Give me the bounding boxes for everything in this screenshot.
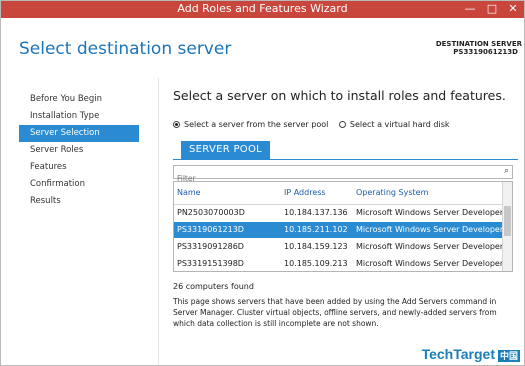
nav-item-installation-type[interactable]: Installation Type bbox=[19, 108, 139, 125]
server-os-cell: Microsoft Windows Server Developer Pr bbox=[356, 225, 506, 234]
watermark-brand: TechTarget bbox=[421, 346, 495, 362]
server-ip-cell: 10.185.211.102 bbox=[284, 225, 348, 234]
server-list-description: This page shows servers that have been a… bbox=[173, 297, 497, 328]
radio-unselected-icon bbox=[338, 121, 346, 128]
filter-field[interactable]: ⌕ bbox=[173, 165, 513, 185]
virtual-hard-disk-radio[interactable]: Select a virtual hard disk bbox=[338, 120, 450, 129]
window-title: Add Roles and Features Wizard bbox=[177, 2, 348, 15]
maximize-icon[interactable]: □ bbox=[482, 1, 502, 18]
content-headline: Select a server on which to install role… bbox=[173, 88, 506, 103]
search-icon[interactable]: ⌕ bbox=[504, 166, 509, 176]
server-pool-radio[interactable]: Select a server from the server pool bbox=[173, 120, 328, 129]
techtarget-watermark: TechTarget 中国 bbox=[422, 346, 520, 362]
minimize-icon[interactable]: — bbox=[460, 1, 480, 18]
nav-item-server-roles[interactable]: Server Roles bbox=[19, 142, 139, 159]
server-list: Name IP Address Operating System PN25030… bbox=[173, 181, 513, 272]
server-ip-cell: 10.184.137.136 bbox=[284, 208, 348, 217]
title-bar: Add Roles and Features Wizard — □ ✕ bbox=[1, 1, 524, 18]
vertical-scrollbar[interactable] bbox=[502, 182, 512, 271]
server-pool-divider bbox=[173, 159, 518, 160]
server-list-header: Name IP Address Operating System bbox=[174, 182, 503, 205]
server-os-cell: Microsoft Windows Server Developer Pr bbox=[356, 259, 506, 268]
table-row[interactable]: PS3319151398D 10.185.109.213 Microsoft W… bbox=[174, 256, 506, 271]
server-os-cell: Microsoft Windows Server Developer Pr bbox=[356, 242, 506, 251]
server-pool-radio-label: Select a server from the server pool bbox=[184, 120, 329, 129]
close-icon[interactable]: ✕ bbox=[502, 1, 524, 18]
server-name-cell: PS3319091286D bbox=[177, 242, 244, 251]
server-name-cell: PN2503070003D bbox=[177, 208, 245, 217]
server-name-cell: PS3319061213D bbox=[177, 225, 244, 234]
nav-item-features[interactable]: Features bbox=[19, 159, 139, 176]
virtual-hard-disk-radio-label: Select a virtual hard disk bbox=[349, 120, 450, 129]
column-header-name[interactable]: Name bbox=[177, 188, 277, 197]
column-header-operating-system[interactable]: Operating System bbox=[356, 188, 506, 197]
nav-item-results[interactable]: Results bbox=[19, 193, 139, 210]
server-ip-cell: 10.184.159.123 bbox=[284, 242, 348, 251]
computer-count: 26 computers found bbox=[173, 282, 254, 291]
wizard-header: Select destination server DESTINATION SE… bbox=[1, 18, 524, 78]
server-ip-cell: 10.185.109.213 bbox=[284, 259, 348, 268]
scrollbar-thumb[interactable] bbox=[504, 206, 511, 236]
source-radio-group: Select a server from the server pool Sel… bbox=[173, 120, 458, 130]
nav-item-server-selection[interactable]: Server Selection bbox=[19, 125, 139, 142]
nav-item-confirmation[interactable]: Confirmation bbox=[19, 176, 139, 193]
nav-item-before-you-begin[interactable]: Before You Begin bbox=[19, 91, 139, 108]
table-row[interactable]: PS3319091286D 10.184.159.123 Microsoft W… bbox=[174, 239, 506, 255]
radio-selected-icon bbox=[173, 121, 180, 128]
main-content: Select a server on which to install role… bbox=[158, 78, 524, 365]
destination-server-value: PS3319061213D bbox=[453, 48, 518, 56]
table-row[interactable]: PN2503070003D 10.184.137.136 Microsoft W… bbox=[174, 205, 506, 221]
destination-server-label: DESTINATION SERVER bbox=[435, 40, 522, 48]
page-title: Select destination server bbox=[19, 39, 232, 59]
wizard-nav: Before You Begin Installation Type Serve… bbox=[19, 91, 139, 210]
watermark-cn: 中国 bbox=[497, 349, 520, 362]
server-name-cell: PS3319151398D bbox=[177, 259, 244, 268]
table-row-selected[interactable]: PS3319061213D 10.185.211.102 Microsoft W… bbox=[174, 222, 506, 238]
wizard-window: Add Roles and Features Wizard — □ ✕ Sele… bbox=[0, 0, 525, 366]
column-header-ip-address[interactable]: IP Address bbox=[284, 188, 352, 197]
server-pool-tab[interactable]: SERVER POOL bbox=[181, 141, 270, 159]
server-os-cell: Microsoft Windows Server Developer Pr bbox=[356, 208, 506, 217]
